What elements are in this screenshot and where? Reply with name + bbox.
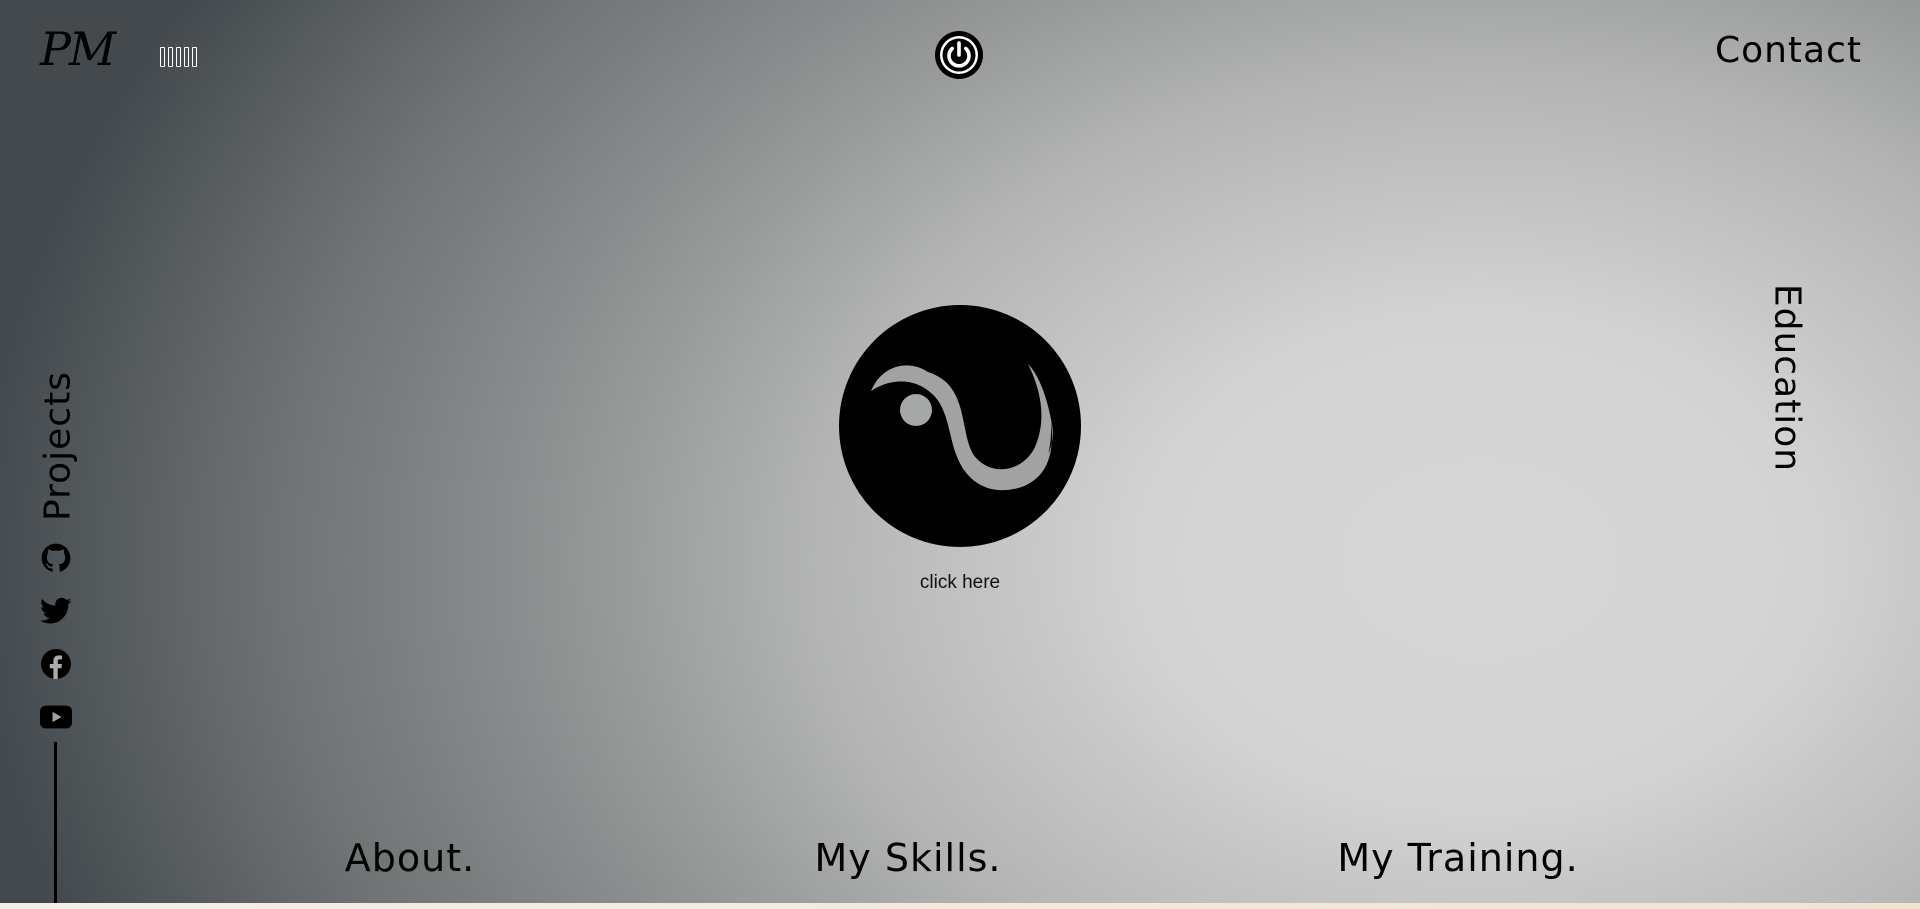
training-link[interactable]: My Training. (1337, 836, 1578, 880)
menu-icon[interactable] (160, 47, 197, 67)
social-divider-line (54, 742, 57, 903)
facebook-icon-svg (41, 649, 71, 679)
twitter-icon[interactable] (40, 595, 72, 627)
facebook-icon[interactable] (40, 648, 72, 680)
github-icon[interactable] (40, 542, 72, 574)
skills-link[interactable]: My Skills. (814, 836, 1001, 880)
youtube-icon-svg (40, 705, 72, 729)
menu-glyph (176, 47, 181, 67)
bottom-strip (0, 903, 1920, 909)
logo[interactable]: PM (40, 22, 116, 76)
power-icon (940, 36, 978, 74)
yin-yang-icon[interactable] (838, 304, 1082, 548)
menu-glyph (168, 47, 173, 67)
youtube-icon[interactable] (40, 701, 72, 733)
menu-glyph (184, 47, 189, 67)
contact-link[interactable]: Contact (1715, 30, 1862, 71)
click-here-label[interactable]: click here (920, 572, 1000, 594)
projects-link[interactable]: Projects (38, 371, 79, 521)
menu-glyph (192, 47, 197, 67)
twitter-icon-svg (40, 597, 72, 624)
menu-glyph (160, 47, 165, 67)
github-icon-svg (41, 543, 71, 572)
about-link[interactable]: About. (345, 836, 475, 880)
education-link[interactable]: Education (1767, 284, 1808, 472)
power-button[interactable] (935, 31, 983, 79)
